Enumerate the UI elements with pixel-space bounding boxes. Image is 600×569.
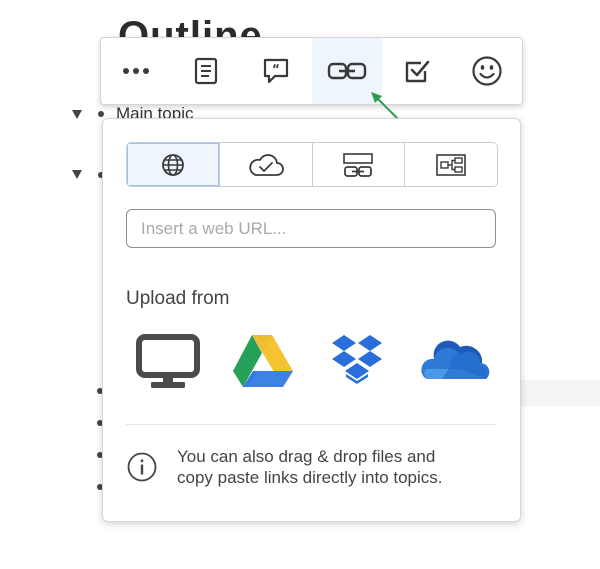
web-url-input[interactable] [126,209,496,248]
tab-web-link[interactable] [127,143,219,186]
upload-google-drive-button[interactable] [232,333,294,394]
emoji-button[interactable] [452,38,522,104]
more-button[interactable] [101,38,171,104]
background-band [520,380,600,406]
note-button[interactable] [171,38,241,104]
topic-link-icon [343,152,374,177]
comment-button[interactable]: “ [241,38,311,104]
upload-sources [126,333,496,403]
smiley-icon [472,56,502,86]
info-line-2: copy paste links directly into topics. [177,468,443,487]
info-line-1: You can also drag & drop files and [177,447,436,466]
info-message: You can also drag & drop files and copy … [177,446,507,488]
cloud-check-icon [249,153,284,176]
dropbox-icon [332,335,382,384]
tab-map-link[interactable] [404,143,497,186]
monitor-icon [136,334,200,388]
link-icon [327,62,366,80]
onedrive-icon [421,340,490,379]
tab-cloud-file[interactable] [218,143,312,186]
google-drive-icon [233,335,293,387]
link-popup: Upload from [102,118,521,522]
bullet-icon [98,111,104,117]
topic-toolbar: “ [100,37,523,105]
checkbox-icon [405,60,430,83]
note-icon [195,57,218,85]
tab-topic-link[interactable] [311,143,405,186]
link-type-tabs [126,142,498,187]
more-icon [123,68,150,74]
upload-onedrive-button[interactable] [420,333,490,390]
upload-dropbox-button[interactable] [330,333,384,394]
comment-icon: “ [264,58,289,84]
outline-row-second[interactable] [72,170,104,179]
upload-from-heading: Upload from [126,288,230,309]
mind-map-icon [436,153,466,176]
svg-text:“: “ [272,62,280,76]
divider [126,424,496,425]
collapse-triangle-icon[interactable] [72,109,82,119]
globe-icon [161,153,184,176]
upload-computer-button[interactable] [135,333,201,396]
info-icon [127,452,157,482]
collapse-triangle-icon[interactable] [72,170,82,179]
